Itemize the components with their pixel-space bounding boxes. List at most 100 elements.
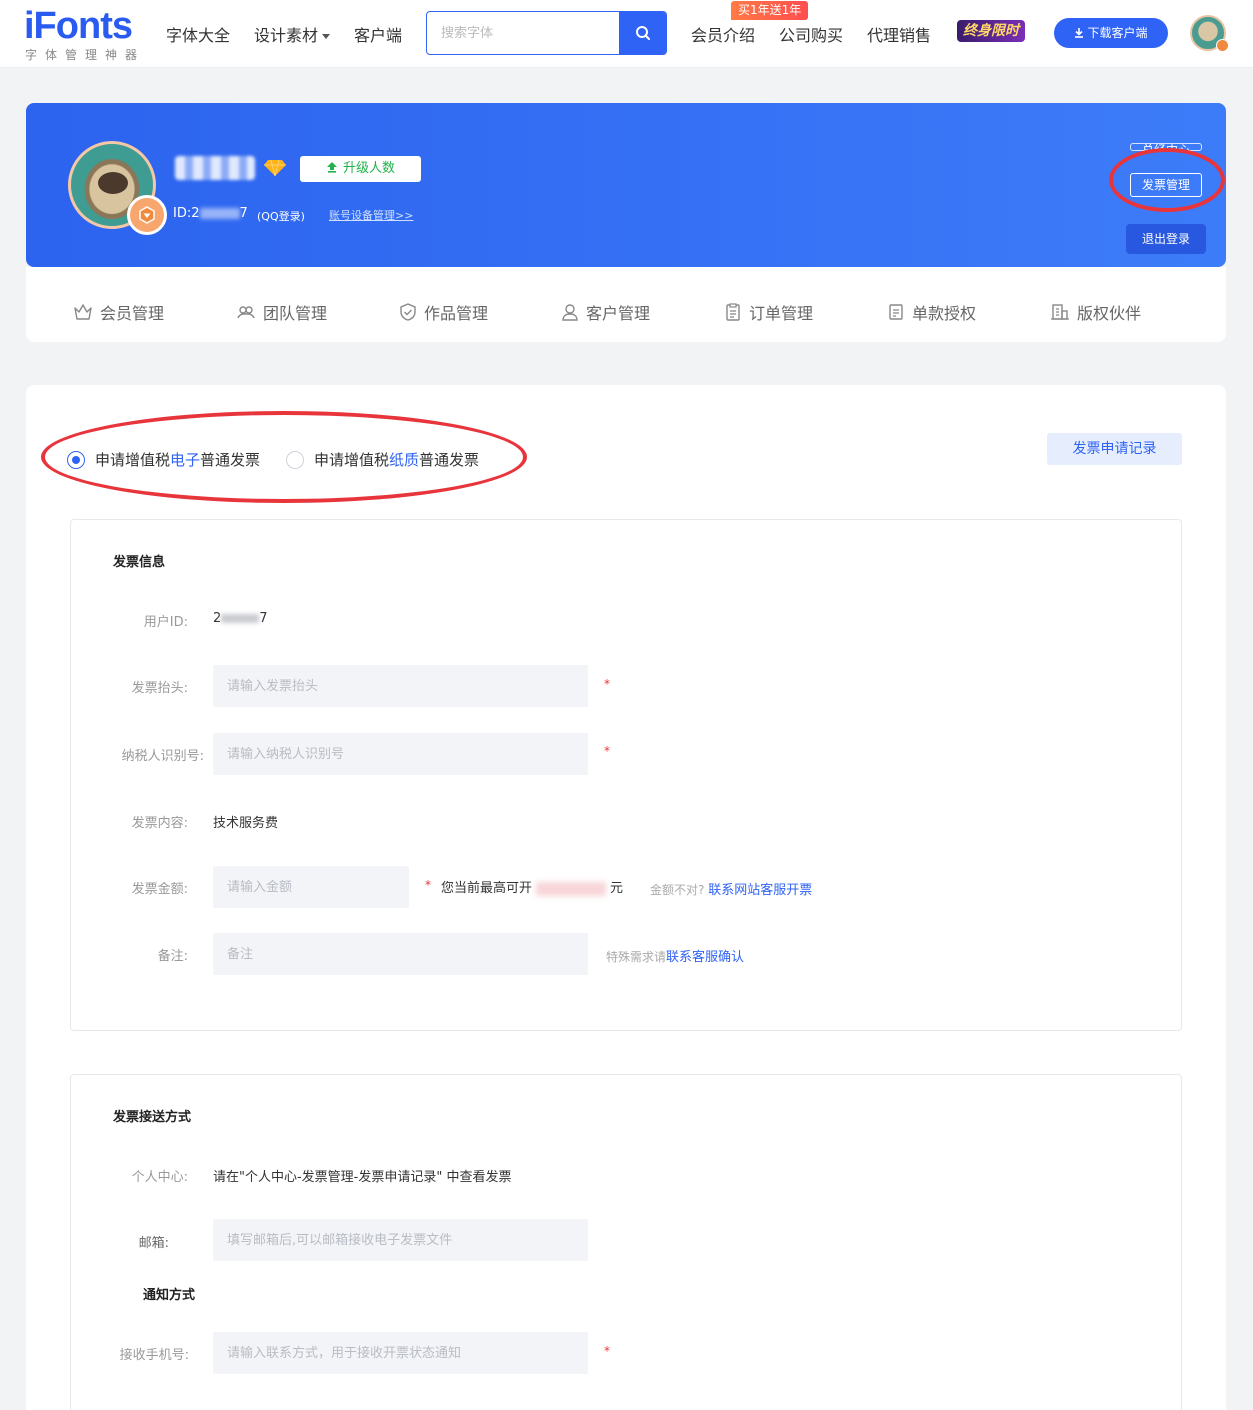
- remark-help: 特殊需求请联系客服确认: [606, 950, 745, 965]
- nav-membership[interactable]: 会员介绍: [691, 22, 755, 46]
- clipboard-icon: [726, 303, 740, 321]
- nav-font-library[interactable]: 字体大全: [166, 22, 230, 46]
- top-navbar: iFonts 字体管理神器 字体大全 设计素材 客户端 买1年送1年 会员介绍 …: [0, 0, 1253, 68]
- personal-center-label: 个人中心:: [131, 1170, 188, 1185]
- radio-selected-icon: [67, 450, 85, 469]
- document-icon: [889, 304, 903, 320]
- required-mark: *: [425, 878, 431, 892]
- nav-company-purchase[interactable]: 公司购买: [779, 22, 843, 46]
- login-type: (QQ登录): [257, 210, 305, 223]
- remark-input[interactable]: [213, 933, 588, 975]
- taxpayer-id-input[interactable]: [213, 733, 588, 775]
- upload-arrow-icon: [326, 162, 337, 173]
- user-id-prefix: ID:2: [173, 206, 200, 221]
- tab-customer-management[interactable]: 客户管理: [561, 300, 650, 324]
- nav-client[interactable]: 客户端: [354, 22, 402, 46]
- taxpayer-id-label: 纳税人识别号:: [121, 749, 204, 764]
- upgrade-seats-button[interactable]: 升级人数: [300, 156, 421, 182]
- account-device-link[interactable]: 账号设备管理>>: [329, 207, 413, 223]
- nav-design-materials-label: 设计素材: [254, 26, 319, 45]
- radio-label: 申请增值税纸质普通发票: [314, 451, 480, 469]
- logo-wordmark: iFonts: [24, 5, 133, 47]
- shield-check-icon: [400, 303, 416, 321]
- email-label: 邮箱:: [138, 1236, 169, 1251]
- vip-badge-icon: [127, 195, 167, 235]
- member-tabs: 会员管理 团队管理 作品管理 客户管理 订单管理 单款授权 版权伙伴: [26, 267, 1226, 342]
- download-icon: [1075, 28, 1084, 38]
- search-icon: [635, 26, 650, 40]
- search-input[interactable]: [427, 12, 620, 54]
- download-client-label: 下载客户端: [1087, 26, 1148, 40]
- avatar-face: [98, 172, 128, 194]
- user-id-label: 用户ID:: [143, 615, 188, 630]
- username-blurred: [175, 156, 255, 180]
- profile-banner: 升级人数 ID:2 7 (QQ登录) 账号设备管理>> 总经中心 发票管理 退出登…: [26, 103, 1226, 267]
- sales-center-button[interactable]: 总经中心: [1130, 143, 1202, 151]
- tab-label: 团队管理: [263, 304, 328, 323]
- tab-label: 订单管理: [749, 304, 814, 323]
- search-box: [426, 11, 667, 55]
- tab-single-license[interactable]: 单款授权: [887, 300, 976, 324]
- building-icon: [1051, 304, 1069, 320]
- radio-label: 申请增值税电子普通发票: [95, 451, 261, 469]
- personal-center-value: 请在"个人中心-发票管理-发票申请记录" 中查看发票: [213, 1170, 512, 1185]
- amount-help: 金额不对? 联系网站客服开票: [650, 883, 813, 898]
- promo-badge: 买1年送1年: [731, 1, 809, 20]
- nav-design-materials[interactable]: 设计素材: [254, 22, 331, 46]
- logo-subtitle: 字体管理神器: [25, 48, 146, 62]
- invoice-management-button[interactable]: 发票管理: [1130, 173, 1202, 197]
- user-avatar[interactable]: [1190, 15, 1229, 52]
- diamond-icon: [264, 159, 286, 177]
- radio-paper-invoice[interactable]: 申请增值税纸质普通发票: [286, 449, 479, 470]
- download-client-button[interactable]: 下载客户端: [1054, 18, 1168, 48]
- invoice-content-value: 技术服务费: [213, 816, 279, 831]
- lifetime-offer-badge[interactable]: 终身限时: [957, 20, 1025, 42]
- required-mark: *: [604, 1344, 610, 1358]
- invoice-title-label: 发票抬头:: [131, 681, 188, 696]
- tab-label: 版权伙伴: [1077, 304, 1142, 323]
- tab-label: 作品管理: [424, 304, 489, 323]
- contact-confirm-link[interactable]: 联系客服确认: [666, 950, 744, 965]
- radio-unselected-icon: [286, 450, 304, 469]
- phone-input[interactable]: [213, 1332, 588, 1374]
- phone-label: 接收手机号:: [119, 1348, 189, 1363]
- invoice-content-label: 发票内容:: [131, 816, 188, 831]
- tab-label: 会员管理: [100, 304, 165, 323]
- vip-badge-icon: [1216, 39, 1229, 52]
- user-id-value: 27: [213, 611, 268, 626]
- contact-support-link[interactable]: 联系网站客服开票: [708, 883, 812, 898]
- required-mark: *: [604, 744, 610, 758]
- email-input[interactable]: [213, 1219, 588, 1261]
- tab-copyright-partner[interactable]: 版权伙伴: [1050, 300, 1141, 324]
- tab-works-management[interactable]: 作品管理: [399, 300, 488, 324]
- search-button[interactable]: [619, 12, 666, 54]
- section-title: 发票信息: [113, 555, 166, 570]
- section-title: 发票接送方式: [113, 1110, 192, 1125]
- invoice-amount-label: 发票金额:: [131, 882, 188, 897]
- id-blurred: [199, 208, 240, 219]
- amount-blurred: [536, 881, 607, 896]
- required-mark: *: [604, 677, 610, 691]
- remark-label: 备注:: [157, 949, 188, 964]
- upgrade-seats-label: 升级人数: [342, 161, 395, 176]
- logout-button[interactable]: 退出登录: [1126, 224, 1206, 254]
- user-id: ID:2 7: [173, 206, 248, 221]
- tab-order-management[interactable]: 订单管理: [724, 300, 813, 324]
- tab-label: 客户管理: [586, 304, 651, 323]
- chevron-down-icon: [322, 34, 331, 39]
- invoice-records-button[interactable]: 发票申请记录: [1047, 433, 1182, 465]
- notify-title: 通知方式: [143, 1288, 196, 1303]
- nav-agent-sales[interactable]: 代理销售: [867, 22, 931, 46]
- invoice-amount-input[interactable]: [213, 866, 409, 908]
- invoice-title-input[interactable]: [213, 665, 588, 707]
- tab-team-management[interactable]: 团队管理: [236, 300, 327, 324]
- id-blurred: [221, 614, 260, 623]
- max-amount-note: 您当前最高可开元: [441, 881, 624, 896]
- crown-icon: [74, 304, 92, 320]
- ifonts-logo[interactable]: iFonts 字体管理神器: [24, 6, 146, 62]
- tab-label: 单款授权: [912, 304, 977, 323]
- team-icon: [237, 306, 255, 319]
- radio-electronic-invoice[interactable]: 申请增值税电子普通发票: [67, 449, 260, 470]
- tab-member-management[interactable]: 会员管理: [73, 300, 164, 324]
- user-id-suffix: 7: [239, 206, 248, 221]
